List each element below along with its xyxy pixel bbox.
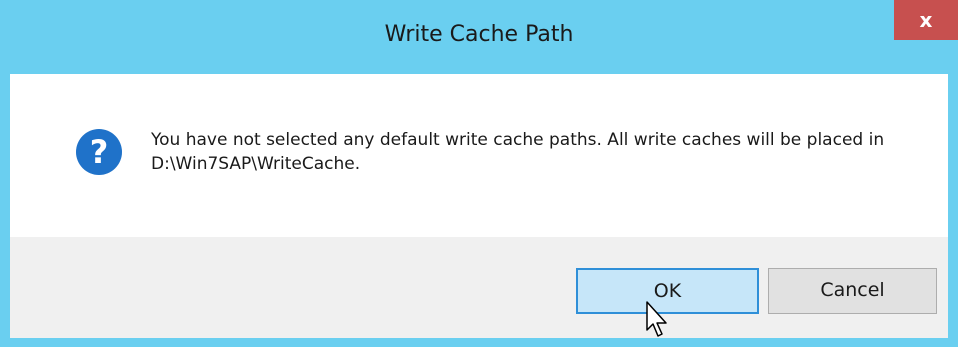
window-border: [0, 338, 958, 347]
dialog-message: You have not selected any default write …: [151, 130, 885, 174]
cancel-button[interactable]: Cancel: [768, 268, 937, 314]
dialog-content: ? You have not selected any default writ…: [10, 74, 948, 237]
dialog-footer: OK Cancel: [10, 237, 948, 338]
close-button[interactable]: x: [894, 0, 958, 40]
dialog-window: Write Cache Path x ? You have not select…: [0, 0, 958, 347]
dialog-title: Write Cache Path: [384, 22, 574, 47]
title-bar[interactable]: Write Cache Path x: [0, 0, 958, 74]
question-icon: ?: [76, 129, 122, 175]
mouse-pointer-icon: [646, 301, 667, 337]
